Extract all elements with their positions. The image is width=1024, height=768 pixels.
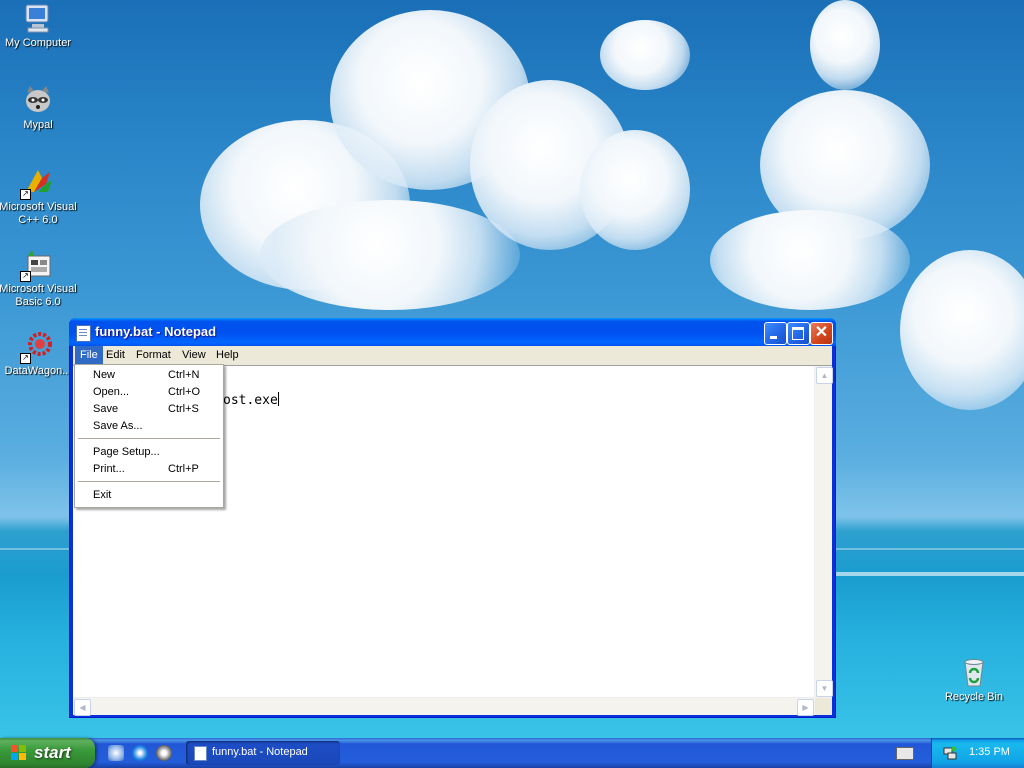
shortcut-arrow-icon: ↗ [20, 353, 31, 364]
menu-item-save[interactable]: Save Ctrl+S [78, 401, 220, 418]
visual-cpp-icon: ↗ [20, 166, 54, 200]
scroll-left-button[interactable]: ◀ [74, 699, 91, 716]
computer-icon [22, 2, 54, 34]
size-grip[interactable] [815, 698, 832, 715]
menu-item-shortcut: Ctrl+P [168, 463, 199, 475]
close-icon: ✕ [814, 324, 829, 341]
maximize-icon [792, 327, 804, 340]
cloud [810, 0, 880, 90]
menu-item-label: Exit [93, 489, 112, 501]
menu-item-label: New [93, 369, 116, 381]
system-tray: 1:35 PM [931, 738, 1024, 768]
cloud [600, 20, 690, 90]
menu-item-shortcut: Ctrl+S [168, 403, 199, 415]
desktop-icon-label: Mypal [23, 119, 53, 131]
cloud [710, 210, 910, 310]
shortcut-arrow-icon: ↗ [20, 189, 31, 200]
scroll-right-button[interactable]: ▶ [797, 699, 814, 716]
taskbar-button-notepad[interactable]: funny.bat - Notepad [186, 741, 340, 765]
shortcut-arrow-icon: ↗ [20, 271, 31, 282]
start-label: start [34, 743, 71, 762]
menu-item-new[interactable]: New Ctrl+N [78, 367, 220, 384]
scroll-up-button[interactable]: ▲ [816, 367, 833, 384]
desktop-icon-visual-cpp[interactable]: ↗ Microsoft Visual C++ 6.0 [0, 166, 78, 227]
internet-explorer-icon[interactable] [132, 745, 148, 761]
desktop-icon-label: DataWagon... [4, 365, 72, 377]
window-title: funny.bat - Notepad [95, 324, 217, 339]
menu-file[interactable]: File [75, 346, 103, 365]
file-menu-dropdown: New Ctrl+N Open... Ctrl+O Save Ctrl+S Sa… [74, 364, 224, 508]
cloud [580, 130, 690, 250]
menu-item-label: Page Setup... [93, 446, 160, 458]
menu-item-page-setup[interactable]: Page Setup... [78, 444, 220, 461]
recycle-bin-icon [958, 656, 990, 688]
gear-icon: ↗ [20, 330, 54, 364]
menu-separator [78, 438, 220, 439]
desktop-icon-datawagon[interactable]: ↗ DataWagon... [0, 330, 78, 378]
maximize-button[interactable] [787, 322, 810, 345]
visual-basic-icon: ↗ [20, 248, 54, 282]
text-caret [277, 392, 279, 406]
menu-format[interactable]: Format [131, 346, 176, 365]
desktop-icon-label: Recycle Bin [944, 691, 1004, 703]
scroll-down-button[interactable]: ▼ [816, 680, 833, 697]
menu-item-label: Open... [93, 386, 130, 398]
desktop-icon-label: Microsoft Visual Basic 6.0 [0, 283, 77, 308]
raccoon-icon [22, 84, 54, 116]
start-button[interactable]: start [0, 738, 95, 768]
menu-item-print[interactable]: Print... Ctrl+P [78, 461, 220, 478]
notepad-icon [76, 325, 91, 342]
close-button[interactable]: ✕ [810, 322, 833, 345]
cloud [260, 200, 520, 310]
menu-item-shortcut: Ctrl+N [168, 369, 200, 381]
cloud [900, 250, 1024, 410]
menu-view[interactable]: View [177, 346, 211, 365]
network-icon[interactable] [943, 746, 957, 760]
minimize-icon [770, 336, 777, 339]
desktop-icon-visual-basic[interactable]: ↗ Microsoft Visual Basic 6.0 [0, 248, 78, 309]
menu-item-shortcut: Ctrl+O [168, 386, 201, 398]
windows-logo-icon [11, 745, 27, 761]
clock[interactable]: 1:35 PM [969, 746, 1010, 758]
menu-separator [78, 481, 220, 482]
desktop-icon-my-computer[interactable]: My Computer [0, 2, 78, 50]
desktop-icon-label: Microsoft Visual C++ 6.0 [0, 201, 77, 226]
menu-item-label: Print... [93, 463, 125, 475]
keyboard-icon[interactable] [896, 747, 914, 760]
show-desktop-icon[interactable] [108, 745, 124, 761]
horizontal-scrollbar[interactable]: ◀ ▶ [73, 697, 815, 716]
desktop-icon-mypal[interactable]: Mypal [0, 84, 78, 132]
desktop-icon-recycle-bin[interactable]: Recycle Bin [934, 656, 1014, 704]
taskbar-button-label: funny.bat - Notepad [212, 746, 308, 758]
notepad-icon [194, 746, 207, 761]
desktop-icon-label: My Computer [4, 37, 72, 49]
editor-line: ost.exe [223, 393, 278, 408]
menu-bar: File Edit Format View Help [73, 346, 832, 365]
menu-item-open[interactable]: Open... Ctrl+O [78, 384, 220, 401]
menu-item-label: Save [93, 403, 119, 415]
menu-edit[interactable]: Edit [101, 346, 130, 365]
menu-item-exit[interactable]: Exit [78, 487, 220, 504]
title-bar[interactable]: funny.bat - Notepad ✕ [69, 318, 836, 346]
taskbar: start funny.bat - Notepad 1:35 PM [0, 738, 1024, 768]
minimize-button[interactable] [764, 322, 787, 345]
menu-help[interactable]: Help [211, 346, 244, 365]
sand-bar [830, 572, 1024, 576]
media-player-icon[interactable] [156, 745, 172, 761]
menu-item-save-as[interactable]: Save As... [78, 418, 220, 435]
menu-item-label: Save As... [93, 420, 143, 432]
editor-text: ost.exe [223, 392, 279, 408]
vertical-scrollbar[interactable]: ▲ ▼ [814, 366, 833, 698]
